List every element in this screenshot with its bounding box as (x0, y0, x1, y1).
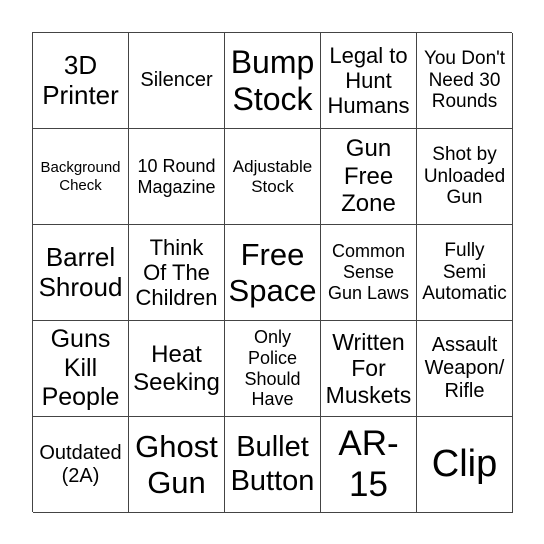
bingo-cell[interactable]: Free Space (225, 225, 321, 321)
bingo-cell[interactable]: Guns Kill People (33, 321, 129, 417)
bingo-cell[interactable]: You Don't Need 30 Rounds (417, 33, 513, 129)
bingo-cell[interactable]: Barrel Shroud (33, 225, 129, 321)
bingo-cell[interactable]: 3D Printer (33, 33, 129, 129)
bingo-cell[interactable]: Fully Semi Automatic (417, 225, 513, 321)
bingo-cell[interactable]: Bullet Button (225, 417, 321, 513)
bingo-cell[interactable]: Assault Weapon/ Rifle (417, 321, 513, 417)
bingo-cell[interactable]: Clip (417, 417, 513, 513)
bingo-cell[interactable]: Silencer (129, 33, 225, 129)
bingo-cell[interactable]: Only Police Should Have (225, 321, 321, 417)
bingo-cell[interactable]: Outdated (2A) (33, 417, 129, 513)
bingo-cell[interactable]: Background Check (33, 129, 129, 225)
bingo-cell[interactable]: Adjustable Stock (225, 129, 321, 225)
bingo-cell[interactable]: Ghost Gun (129, 417, 225, 513)
bingo-cell[interactable]: Think Of The Children (129, 225, 225, 321)
bingo-cell[interactable]: Legal to Hunt Humans (321, 33, 417, 129)
bingo-cell[interactable]: Shot by Unloaded Gun (417, 129, 513, 225)
bingo-cell[interactable]: Written For Muskets (321, 321, 417, 417)
bingo-cell[interactable]: Bump Stock (225, 33, 321, 129)
bingo-cell[interactable]: Common Sense Gun Laws (321, 225, 417, 321)
bingo-card: 3D Printer Silencer Bump Stock Legal to Hun… (32, 32, 513, 513)
bingo-cell[interactable]: AR- 15 (321, 417, 417, 513)
bingo-cell[interactable]: 10 Round Magazine (129, 129, 225, 225)
bingo-cell[interactable]: Heat Seeking (129, 321, 225, 417)
bingo-cell[interactable]: Gun Free Zone (321, 129, 417, 225)
